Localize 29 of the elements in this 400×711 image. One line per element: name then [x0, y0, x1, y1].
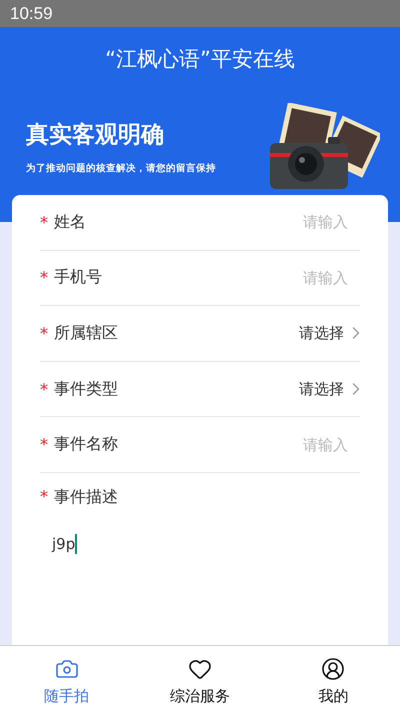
required-mark: * [40, 324, 49, 343]
select-field[interactable]: 请选择 [299, 323, 366, 344]
nav-tab[interactable]: 综治服务 [133, 646, 267, 711]
field-label: 手机号 [54, 267, 102, 288]
field-label: 所属辖区 [54, 322, 118, 344]
banner-headline: 真实客观明确 [26, 120, 165, 150]
field-label: 姓名 [54, 212, 86, 233]
heart-icon [188, 657, 212, 681]
page-title: “江枫心语”平安在线 [105, 46, 295, 73]
nav-tab[interactable]: 随手拍 [0, 646, 134, 711]
camera-icon [54, 657, 79, 681]
field-label: 事件类型 [54, 378, 118, 400]
nav-tab[interactable]: 我的 [266, 646, 400, 711]
banner-subtitle: 为了推动问题的核查解决，请您的留言保持 [26, 162, 216, 175]
required-mark: * [40, 486, 49, 508]
input-field[interactable]: 请输入 [240, 213, 360, 232]
input-field[interactable]: 请输入 [240, 268, 360, 287]
required-mark: * [40, 435, 49, 454]
description-text[interactable]: j9p [52, 534, 76, 553]
status-time: 10:59 [10, 4, 53, 24]
text-cursor [75, 534, 78, 554]
field-label: 事件名称 [54, 434, 118, 456]
select-field[interactable]: 请选择 [299, 379, 366, 400]
field-label: 事件描述 [54, 486, 118, 508]
user-icon [321, 657, 346, 681]
required-mark: * [40, 268, 49, 288]
required-mark: * [40, 212, 49, 232]
input-field[interactable]: 请输入 [240, 436, 360, 454]
required-mark: * [40, 380, 49, 399]
